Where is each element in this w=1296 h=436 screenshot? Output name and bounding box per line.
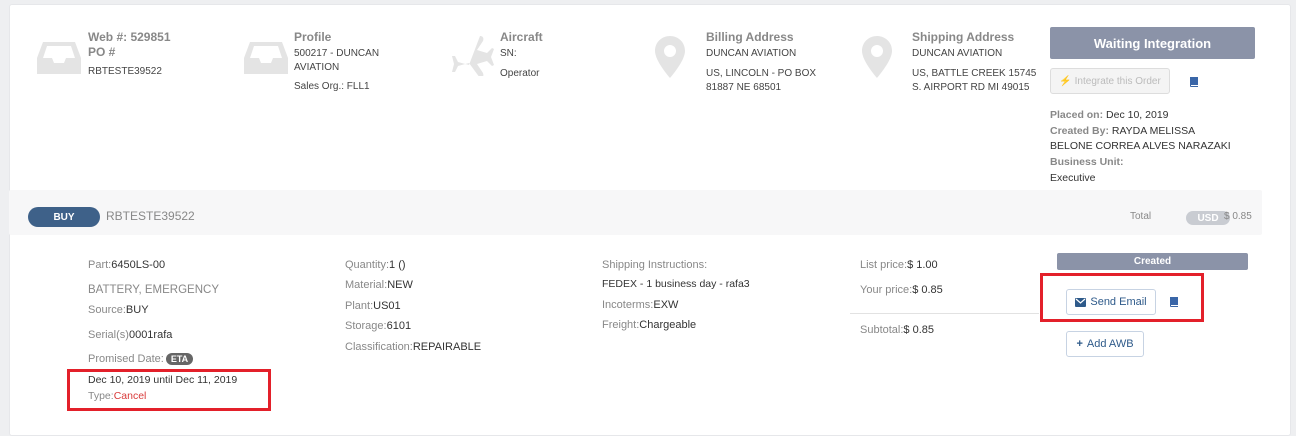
map-pin-icon — [655, 36, 685, 78]
quantity: Quantity:1 () — [345, 259, 406, 271]
incoterms: Incoterms:EXW — [602, 299, 679, 311]
shipping-instructions-value: FEDEX - 1 business day - rafa3 — [602, 278, 750, 290]
highlight-box — [1040, 273, 1204, 322]
classification: Classification:REPAIRABLE — [345, 341, 482, 353]
order-id: RBTESTE39522 — [106, 209, 195, 223]
map-pin-icon — [862, 36, 892, 78]
highlight-box — [67, 369, 271, 411]
integrate-order-label: Integrate this Order — [1074, 75, 1161, 87]
business-unit-value: Executive — [1050, 172, 1096, 184]
subtotal: Subtotal:$ 0.85 — [860, 324, 935, 336]
part-description: BATTERY, EMERGENCY — [88, 284, 220, 296]
add-awb-label: Add AWB — [1086, 338, 1134, 350]
po-value: RBTESTE39522 — [88, 66, 162, 77]
shipping-line3: S. AIRPORT RD MI 49015 — [912, 82, 1030, 93]
shipping-title: Shipping Address — [912, 30, 1015, 44]
aircraft-title: Aircraft — [500, 30, 543, 44]
business-unit-label: Business Unit: — [1050, 156, 1124, 168]
order-header-bar — [9, 190, 1262, 235]
total-label: Total — [1130, 211, 1152, 222]
material: Material:NEW — [345, 279, 413, 291]
web-number: Web #: 529851 — [88, 30, 171, 44]
eta-badge: ETA — [165, 353, 194, 365]
divider — [850, 313, 1039, 314]
inbox-tray-icon — [244, 42, 288, 74]
created-by-cont: BELONE CORREA ALVES NARAZAKI — [1050, 140, 1231, 152]
shipping-line1: DUNCAN AVIATION — [912, 48, 1003, 59]
profile-line2: AVIATION — [294, 62, 340, 73]
shipping-instructions-label: Shipping Instructions: — [602, 259, 708, 271]
aircraft-operator: Operator — [500, 68, 540, 79]
integrate-order-button[interactable]: ⚡ Integrate this Order — [1050, 68, 1170, 94]
shipping-line2: US, BATTLE CREEK 15745 — [912, 68, 1037, 79]
list-price: List price:$ 1.00 — [860, 259, 938, 271]
created-status-badge: Created — [1057, 253, 1248, 270]
created-by: Created By: RAYDA MELISSA — [1050, 125, 1196, 137]
buy-badge: BUY — [28, 207, 100, 227]
your-price: Your price:$ 0.85 — [860, 284, 943, 296]
part: Part:6450LS-00 — [88, 259, 166, 271]
source: Source:BUY — [88, 304, 149, 316]
po-label: PO # — [88, 45, 116, 59]
total-amount: $ 0.85 — [1224, 211, 1252, 222]
profile-sales-org: Sales Org.: FLL1 — [294, 81, 370, 92]
bolt-icon: ⚡ — [1059, 75, 1072, 87]
waiting-integration-button[interactable]: Waiting Integration — [1050, 27, 1255, 59]
freight: Freight:Chargeable — [602, 319, 697, 331]
placed-on: Placed on: Dec 10, 2019 — [1050, 109, 1169, 121]
profile-line1: 500217 - DUNCAN — [294, 48, 380, 59]
inbox-tray-icon — [37, 42, 81, 74]
storage: Storage:6101 — [345, 320, 412, 332]
billing-title: Billing Address — [706, 30, 794, 44]
add-awb-button[interactable]: + Add AWB — [1066, 331, 1144, 357]
billing-line2: US, LINCOLN - PO BOX — [706, 68, 817, 79]
serial: Serial(s)0001rafa — [88, 329, 173, 341]
billing-line3: 81887 NE 68501 — [706, 82, 782, 93]
promised-date: Promised Date: ETA — [88, 353, 194, 365]
plant: Plant:US01 — [345, 300, 401, 312]
profile-title: Profile — [294, 30, 332, 44]
book-icon[interactable] — [1188, 76, 1200, 88]
plus-icon: + — [1076, 338, 1083, 350]
aircraft-sn: SN: — [500, 48, 517, 59]
billing-line1: DUNCAN AVIATION — [706, 48, 797, 59]
airplane-icon — [452, 36, 494, 76]
